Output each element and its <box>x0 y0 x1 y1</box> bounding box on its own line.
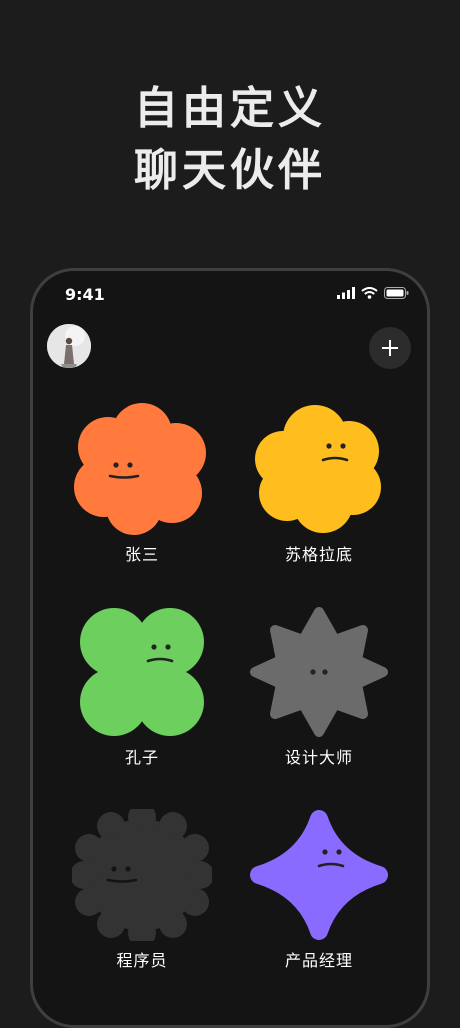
add-button[interactable] <box>369 327 411 369</box>
sparkle-icon <box>250 810 388 940</box>
avatar[interactable] <box>47 324 91 368</box>
clover-icon <box>80 608 204 736</box>
plus-icon <box>382 340 398 356</box>
wifi-icon <box>361 287 378 299</box>
character-name: 苏格拉底 <box>284 545 353 564</box>
character-name: 产品经理 <box>284 951 353 970</box>
star-burst-icon <box>250 607 388 737</box>
headline: 自由定义 聊天伙伴 <box>0 78 460 202</box>
character-card-programmer[interactable]: 程序员 <box>52 809 232 999</box>
flower-icon <box>74 403 206 535</box>
character-name: 程序员 <box>116 951 168 970</box>
phone-frame: 9:41 张三 苏格拉底 孔子 设计大师 程序员 产品经理 <box>30 268 430 1028</box>
character-card-socrates[interactable]: 苏格拉底 <box>229 403 409 593</box>
battery-icon <box>384 287 409 299</box>
character-card-design-master[interactable]: 设计大师 <box>229 606 409 796</box>
status-icons <box>337 287 409 299</box>
signal-icon <box>337 287 355 299</box>
status-time: 9:41 <box>65 285 105 304</box>
character-name: 张三 <box>124 545 159 564</box>
character-name: 孔子 <box>124 748 159 767</box>
headline-line-1: 自由定义 <box>134 83 326 134</box>
character-card-confucius[interactable]: 孔子 <box>52 606 232 796</box>
character-card-product-manager[interactable]: 产品经理 <box>229 809 409 999</box>
character-card-zhangsan[interactable]: 张三 <box>52 403 232 593</box>
character-name: 设计大师 <box>284 748 353 767</box>
cloud-icon <box>255 405 381 533</box>
gear-icon <box>72 809 212 941</box>
avatar-photo-icon <box>47 324 91 368</box>
headline-line-2: 聊天伙伴 <box>134 145 326 196</box>
